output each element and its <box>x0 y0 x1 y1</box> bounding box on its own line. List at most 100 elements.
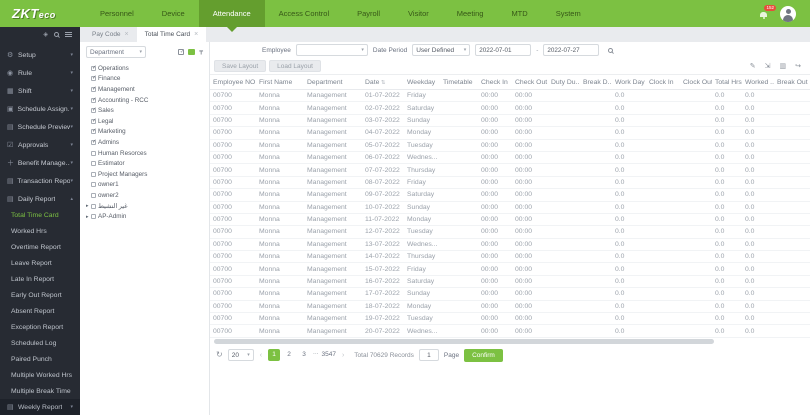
sidebar-item-daily-report[interactable]: ▤ Daily Report ▴ <box>0 190 80 208</box>
close-icon[interactable]: × <box>125 31 129 38</box>
sidebar-subitem-overtime-report[interactable]: Overtime Report <box>0 240 80 256</box>
column-header-break-d[interactable]: Break D... <box>580 74 612 90</box>
brand-logo[interactable]: ZKTeco <box>0 6 86 21</box>
tree-item-owner2[interactable]: owner2 <box>86 190 205 201</box>
next-page-button[interactable]: › <box>341 352 345 359</box>
sidebar-subitem-multiple-worked-hrs[interactable]: Multiple Worked Hrs <box>0 368 80 384</box>
date-to-input[interactable] <box>543 44 600 56</box>
nav-item-device[interactable]: Device <box>148 0 199 27</box>
checkbox[interactable] <box>91 65 97 71</box>
export-icon[interactable]: ↪ <box>795 62 801 70</box>
table-row[interactable]: 00700 Monna Management 14-07-2022 Thursday 00… <box>210 250 810 264</box>
sidebar-item-weekly-report[interactable]: ▤ Weekly Report ▾ <box>0 399 80 415</box>
column-header-department[interactable]: Department <box>304 74 362 90</box>
checkbox[interactable] <box>91 203 96 209</box>
column-header-employee-no[interactable]: Employee NO ⇅ <box>210 74 256 90</box>
sidebar-item-transaction-report[interactable]: ▤ Transaction Report ▾ <box>0 172 80 190</box>
checkbox[interactable] <box>91 118 97 124</box>
table-row[interactable]: 00700 Monna Management 09-07-2022 Saturday 00… <box>210 188 810 202</box>
tree-item-management[interactable]: Management <box>86 84 205 95</box>
nav-item-mtd[interactable]: MTD <box>497 0 541 27</box>
checkbox[interactable] <box>91 182 96 188</box>
sidebar-subitem-paired-punch[interactable]: Paired Punch <box>0 352 80 368</box>
checkbox[interactable] <box>91 128 97 135</box>
nav-item-access-control[interactable]: Access Control <box>265 0 343 27</box>
columns-icon[interactable]: ▥ <box>780 62 787 70</box>
nav-item-payroll[interactable]: Payroll <box>343 0 394 27</box>
sidebar-subitem-leave-report[interactable]: Leave Report <box>0 256 80 272</box>
sidebar-item-setup[interactable]: ⚙ Setup ▾ <box>0 46 80 64</box>
page-jump-input[interactable] <box>418 349 439 362</box>
sidebar-item-approvals[interactable]: ☑ Approvals ▾ <box>0 136 80 154</box>
table-row[interactable]: 00700 Monna Management 19-07-2022 Tuesday 00:… <box>210 312 810 326</box>
employee-select[interactable]: ▾ <box>295 44 368 56</box>
tree-item-legal[interactable]: Legal <box>86 116 205 127</box>
prev-page-button[interactable]: ‹ <box>259 352 263 359</box>
department-select[interactable]: Department ▾ <box>86 46 146 58</box>
column-header-work-day[interactable]: Work Day <box>612 74 646 90</box>
nav-item-system[interactable]: System <box>542 0 595 27</box>
table-row[interactable]: 00700 Monna Management 18-07-2022 Monday 00:0… <box>210 300 810 314</box>
horizontal-scrollbar[interactable] <box>214 338 714 344</box>
checkbox[interactable] <box>91 86 97 92</box>
tree-item-estimator[interactable]: Estimator <box>86 158 205 169</box>
checkbox[interactable] <box>91 75 97 82</box>
table-row[interactable]: 00700 Monna Management 02-07-2022 Saturday 00… <box>210 101 810 115</box>
tag-icon[interactable]: ◈ <box>43 31 48 38</box>
confirm-button[interactable]: Confirm <box>464 348 503 362</box>
column-header-weekday[interactable]: Weekday <box>404 74 440 90</box>
tree-item-sales[interactable]: Sales <box>86 105 205 116</box>
sidebar-subitem-exception-report[interactable]: Exception Report <box>0 320 80 336</box>
table-row[interactable]: 00700 Monna Management 13-07-2022 Wednes... 0… <box>210 238 810 252</box>
table-row[interactable]: 00700 Monna Management 10-07-2022 Sunday 00:0… <box>210 201 810 214</box>
nav-item-attendance[interactable]: Attendance <box>198 0 265 32</box>
sidebar-subitem-early-out-report[interactable]: Early Out Report <box>0 288 80 304</box>
table-row[interactable]: 00700 Monna Management 05-07-2022 Tuesday 00:… <box>210 139 810 152</box>
table-row[interactable]: 00700 Monna Management 12-07-2022 Tuesday 00:… <box>210 225 810 239</box>
tree-item-operations[interactable]: Operations <box>86 63 205 74</box>
tree-item-ap-admin[interactable]: ▸ AP-Admin <box>86 211 205 222</box>
select-all-icon[interactable] <box>178 49 184 55</box>
column-header-duty-du[interactable]: Duty Du... <box>548 74 580 90</box>
sort-icon[interactable]: ⇅ <box>255 80 256 86</box>
tab-pay-code[interactable]: Pay Code × <box>84 27 137 42</box>
column-header-worked[interactable]: Worked ... <box>742 74 774 90</box>
column-header-total-hrs[interactable]: Total Hrs <box>712 74 742 90</box>
checkbox[interactable] <box>91 171 96 177</box>
table-row[interactable]: 00700 Monna Management 01-07-2022 Friday 00:0… <box>210 89 810 103</box>
nav-item-personnel[interactable]: Personnel <box>86 0 148 27</box>
table-row[interactable]: 00700 Monna Management 17-07-2022 Sunday 00:0… <box>210 287 810 301</box>
date-from-input[interactable] <box>475 44 532 56</box>
notifications-button[interactable]: 152 <box>759 4 776 19</box>
checkbox[interactable] <box>91 139 97 145</box>
sidebar-subitem-absent-report[interactable]: Absent Report <box>0 304 80 320</box>
table-row[interactable]: 00700 Monna Management 08-07-2022 Friday 00:0… <box>210 176 810 190</box>
table-row[interactable]: 00700 Monna Management 11-07-2022 Monday 00:0… <box>210 213 810 227</box>
checkbox[interactable] <box>91 192 96 198</box>
sidebar-item-rule[interactable]: ◉ Rule ▾ <box>0 64 80 82</box>
page-button-3[interactable]: 3 <box>298 349 310 361</box>
tree-item-human-resorces[interactable]: Human Resorces <box>86 148 205 159</box>
page-button-2[interactable]: 2 <box>283 349 295 361</box>
refresh-icon[interactable]: ↻ <box>216 351 223 359</box>
sidebar-item-shift[interactable]: ▦ Shift ▾ <box>0 82 80 100</box>
column-header-check-out[interactable]: Check Out <box>512 74 548 90</box>
checkbox[interactable] <box>91 161 96 167</box>
user-avatar[interactable] <box>780 5 796 22</box>
checkbox[interactable] <box>91 97 97 103</box>
table-row[interactable]: 00700 Monna Management 16-07-2022 Saturday 00… <box>210 275 810 289</box>
tree-item-غير-النشيط[interactable]: ▸ غير النشيط <box>86 201 205 212</box>
sort-icon[interactable]: ⇅ <box>379 80 386 86</box>
tree-item-project-managers[interactable]: Project Managers <box>86 169 205 180</box>
table-row[interactable]: 00700 Monna Management 06-07-2022 Wednes... 0… <box>210 151 810 165</box>
checkbox[interactable] <box>91 150 96 156</box>
tree-item-finance[interactable]: Finance <box>86 74 205 85</box>
page-button-3547[interactable]: 3547 <box>321 349 335 361</box>
column-header-clock-out[interactable]: Clock Out <box>680 74 712 90</box>
nav-item-visitor[interactable]: Visitor <box>394 0 443 27</box>
date-period-select[interactable]: User Defined ▾ <box>412 44 471 56</box>
checkbox[interactable] <box>91 107 97 114</box>
page-button-1[interactable]: 1 <box>268 349 281 362</box>
table-row[interactable]: 00700 Monna Management 20-07-2022 Wednes... 0… <box>210 324 810 338</box>
checkbox[interactable] <box>91 214 96 220</box>
